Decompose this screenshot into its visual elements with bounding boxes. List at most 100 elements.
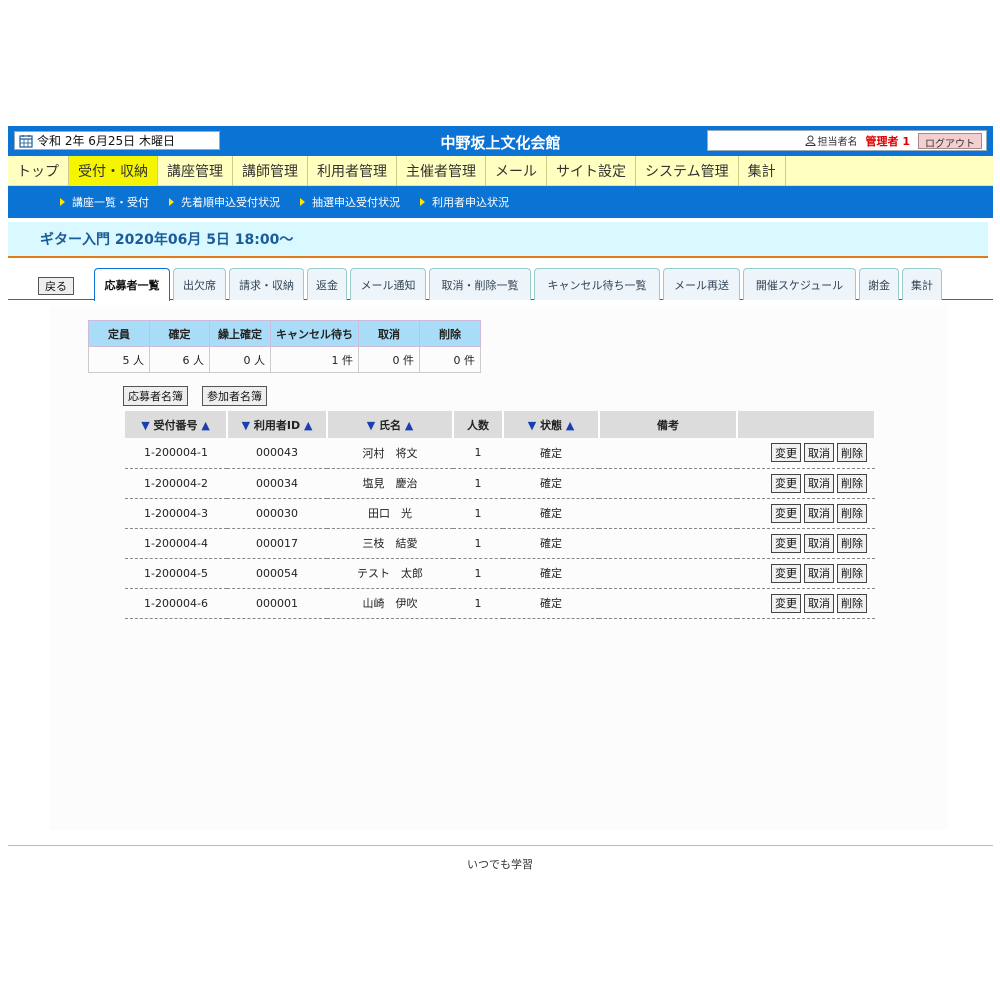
summary-header: 繰上確定 <box>209 320 271 347</box>
tab-refund[interactable]: 返金 <box>307 268 347 300</box>
cancel-button[interactable]: 取消 <box>804 473 834 493</box>
cell-user-id: 000043 <box>227 438 327 469</box>
tab-schedule[interactable]: 開催スケジュール <box>743 268 856 300</box>
date-display: 令和 2年 6月25日 木曜日 <box>14 131 220 150</box>
edit-button[interactable]: 変更 <box>771 503 801 523</box>
table-row: 1-200004-1 000043 河村 将文 1 確定 変更 取消 削除 <box>125 438 875 469</box>
delete-button[interactable]: 削除 <box>837 533 867 553</box>
cell-receipt-no: 1-200004-3 <box>125 498 227 529</box>
tab-cancel-delete-list[interactable]: 取消・削除一覧 <box>429 268 531 300</box>
cancel-button[interactable]: 取消 <box>804 593 834 613</box>
sub-nav-lottery[interactable]: 抽選申込受付状況 <box>300 194 400 210</box>
tab-mail-resend[interactable]: メール再送 <box>663 268 740 300</box>
nav-item-organizers[interactable]: 主催者管理 <box>397 156 486 186</box>
tab-waitlist[interactable]: キャンセル待ち一覧 <box>534 268 660 300</box>
cell-actions: 変更 取消 削除 <box>737 438 875 469</box>
sort-asc-icon[interactable]: ▲ <box>201 419 209 432</box>
user-icon <box>805 135 816 146</box>
delete-button[interactable]: 削除 <box>837 593 867 613</box>
sort-header-receipt-no[interactable]: ▼ 受付番号 ▲ <box>125 411 228 438</box>
sort-asc-icon[interactable]: ▲ <box>566 419 574 432</box>
sort-desc-icon[interactable]: ▼ <box>141 419 149 432</box>
nav-item-courses[interactable]: 講座管理 <box>158 156 233 186</box>
cell-name: 山崎 伊吹 <box>327 588 453 619</box>
footer-text: いつでも学習 <box>467 858 533 871</box>
nav-item-stats[interactable]: 集計 <box>739 156 786 186</box>
summary-value: 0 人 <box>209 346 271 373</box>
calendar-icon <box>19 134 33 148</box>
table-row: 1-200004-3 000030 田口 光 1 確定 変更 取消 削除 <box>125 498 875 529</box>
cell-count: 1 <box>453 438 503 469</box>
summary-header: キャンセル待ち <box>270 320 359 347</box>
date-text: 令和 2年 6月25日 木曜日 <box>37 134 175 148</box>
cell-note <box>599 528 737 559</box>
sub-nav-course-list[interactable]: 講座一覧・受付 <box>60 194 149 210</box>
logout-button[interactable]: ログアウト <box>918 132 982 150</box>
nav-item-reception[interactable]: 受付・収納 <box>69 156 158 186</box>
summary-value: 0 件 <box>358 346 420 373</box>
cell-count: 1 <box>453 558 503 589</box>
edit-button[interactable]: 変更 <box>771 533 801 553</box>
sort-desc-icon[interactable]: ▼ <box>242 419 250 432</box>
delete-button[interactable]: 削除 <box>837 473 867 493</box>
tab-attendance[interactable]: 出欠席 <box>173 268 226 300</box>
edit-button[interactable]: 変更 <box>771 443 801 463</box>
course-title-bar: ギター入門 2020年06月 5日 18:00～ <box>8 222 988 258</box>
main-nav: トップ 受付・収納 講座管理 講師管理 利用者管理 主催者管理 メール サイト設… <box>8 156 993 186</box>
delete-button[interactable]: 削除 <box>837 443 867 463</box>
cell-status: 確定 <box>503 498 599 529</box>
edit-button[interactable]: 変更 <box>771 593 801 613</box>
cell-receipt-no: 1-200004-6 <box>125 588 227 619</box>
participants-list-button[interactable]: 参加者名簿 <box>202 386 267 406</box>
sub-nav-user-applications[interactable]: 利用者申込状況 <box>420 194 509 210</box>
header-actions <box>737 411 876 438</box>
cancel-button[interactable]: 取消 <box>804 533 834 553</box>
cancel-button[interactable]: 取消 <box>804 503 834 523</box>
summary-header: 確定 <box>149 320 210 347</box>
tab-applicants[interactable]: 応募者一覧 <box>94 268 170 301</box>
tab-mail-notice[interactable]: メール通知 <box>350 268 426 300</box>
sub-nav-first-come[interactable]: 先着順申込受付状況 <box>169 194 280 210</box>
tab-bar: 戻る 応募者一覧 出欠席 請求・収納 返金 メール通知 取消・削除一覧 キャンセ… <box>8 268 993 301</box>
summary-value: 0 件 <box>419 346 481 373</box>
delete-button[interactable]: 削除 <box>837 563 867 583</box>
sort-asc-icon[interactable]: ▲ <box>405 419 413 432</box>
cell-note <box>599 558 737 589</box>
cell-note <box>599 588 737 619</box>
tab-billing[interactable]: 請求・収納 <box>229 268 304 300</box>
sort-desc-icon[interactable]: ▼ <box>528 419 536 432</box>
nav-item-system[interactable]: システム管理 <box>636 156 739 186</box>
nav-item-site-settings[interactable]: サイト設定 <box>547 156 636 186</box>
header-count: 人数 <box>453 411 504 438</box>
sort-asc-icon[interactable]: ▲ <box>304 419 312 432</box>
cell-count: 1 <box>453 528 503 559</box>
sort-header-user-id[interactable]: ▼ 利用者ID ▲ <box>227 411 328 438</box>
nav-item-mail[interactable]: メール <box>486 156 547 186</box>
edit-button[interactable]: 変更 <box>771 473 801 493</box>
cell-actions: 変更 取消 削除 <box>737 468 875 499</box>
nav-item-top[interactable]: トップ <box>8 156 69 186</box>
delete-button[interactable]: 削除 <box>837 503 867 523</box>
edit-button[interactable]: 変更 <box>771 563 801 583</box>
sort-header-status[interactable]: ▼ 状態 ▲ <box>503 411 600 438</box>
tab-honorarium[interactable]: 謝金 <box>859 268 899 300</box>
cell-user-id: 000054 <box>227 558 327 589</box>
sort-header-name[interactable]: ▼ 氏名 ▲ <box>327 411 454 438</box>
applicants-list-button[interactable]: 応募者名簿 <box>123 386 188 406</box>
nav-item-users[interactable]: 利用者管理 <box>308 156 397 186</box>
table-row: 1-200004-4 000017 三枝 結愛 1 確定 変更 取消 削除 <box>125 528 875 559</box>
cancel-button[interactable]: 取消 <box>804 563 834 583</box>
nav-item-instructors[interactable]: 講師管理 <box>233 156 308 186</box>
back-button[interactable]: 戻る <box>38 277 74 295</box>
summary-header: 取消 <box>358 320 420 347</box>
cell-status: 確定 <box>503 438 599 469</box>
cancel-button[interactable]: 取消 <box>804 443 834 463</box>
cell-actions: 変更 取消 削除 <box>737 588 875 619</box>
sort-desc-icon[interactable]: ▼ <box>367 419 375 432</box>
cell-receipt-no: 1-200004-5 <box>125 558 227 589</box>
cell-name: 三枝 結愛 <box>327 528 453 559</box>
cell-receipt-no: 1-200004-1 <box>125 438 227 469</box>
tab-stats[interactable]: 集計 <box>902 268 942 300</box>
cell-receipt-no: 1-200004-2 <box>125 468 227 499</box>
cell-note <box>599 438 737 469</box>
